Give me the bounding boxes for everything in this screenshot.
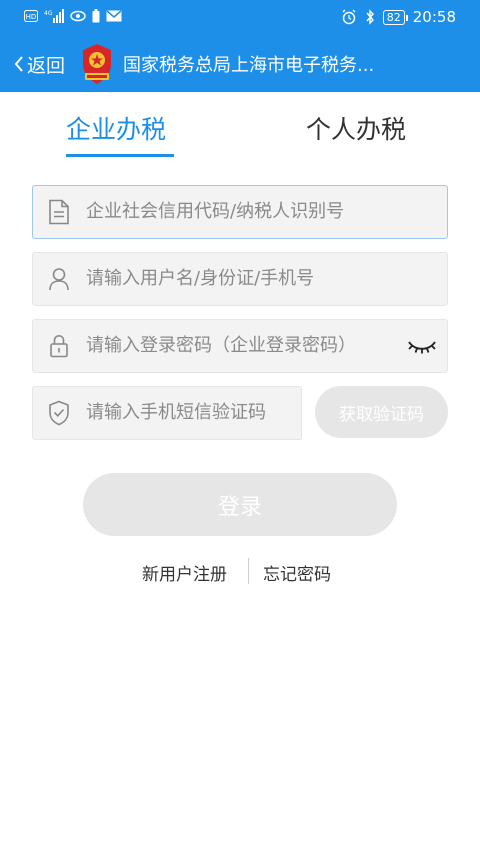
password-field[interactable]: 请输入登录密码（企业登录密码） [32,319,448,373]
eye-closed-icon[interactable] [407,334,437,358]
app-header: HD 4G 82 20:58 返回 国家税务总局上海市电子税务... [0,0,480,92]
auth-links: 新用户注册 忘记密码 [0,558,480,585]
mail-icon [106,10,122,22]
username-placeholder: 请输入用户名/身份证/手机号 [86,268,315,289]
document-icon [46,199,72,225]
status-right: 82 20:58 [341,8,456,26]
sms-code-placeholder: 请输入手机短信验证码 [86,402,266,423]
tax-emblem-icon [83,44,112,84]
svg-text:HD: HD [26,13,37,21]
get-verification-code-button[interactable]: 获取验证码 [315,386,448,438]
status-time: 20:58 [412,8,456,26]
login-type-tabs: 企业办税 个人办税 [0,110,480,162]
lock-icon [46,333,72,359]
register-link[interactable]: 新用户注册 [142,560,227,585]
status-left-icons: HD 4G [24,9,122,23]
battery-saver-icon [92,9,100,23]
svg-text:4G: 4G [44,10,53,17]
chevron-left-icon [14,56,23,72]
active-tab-indicator [66,154,174,157]
bluetooth-icon [366,9,374,25]
credit-code-field[interactable]: 企业社会信用代码/纳税人识别号 [32,185,448,239]
login-button[interactable]: 登录 [83,473,397,536]
shield-check-icon [46,400,72,426]
user-icon [46,266,72,292]
page-title: 国家税务总局上海市电子税务... [123,55,375,76]
password-placeholder: 请输入登录密码（企业登录密码） [86,335,356,356]
battery-level: 82 [382,9,408,25]
tab-personal-tax[interactable]: 个人办税 [306,110,406,146]
tab-enterprise-tax[interactable]: 企业办税 [66,110,166,146]
forgot-password-link[interactable]: 忘记密码 [263,560,331,585]
sms-code-field[interactable]: 请输入手机短信验证码 [32,386,302,440]
status-bar: HD 4G 82 20:58 [0,0,480,34]
hd-icon: HD [24,10,38,22]
credit-code-placeholder: 企业社会信用代码/纳税人识别号 [86,201,345,222]
title-bar: 返回 国家税务总局上海市电子税务... [0,36,480,92]
alarm-icon [342,9,356,25]
back-label: 返回 [27,54,66,77]
signal-icon: 4G [44,9,64,23]
back-button[interactable]: 返回 [14,51,65,78]
eye-icon [70,10,86,22]
username-field[interactable]: 请输入用户名/身份证/手机号 [32,252,448,306]
links-divider [248,558,249,584]
